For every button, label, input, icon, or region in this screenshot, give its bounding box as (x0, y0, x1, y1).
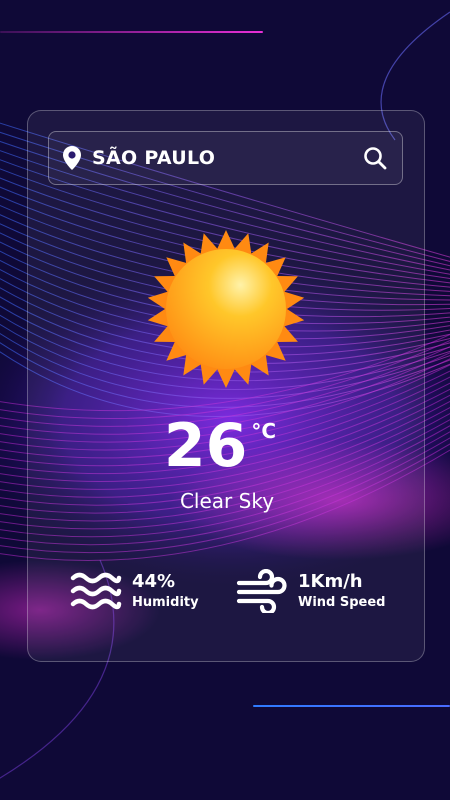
location-pin-icon (63, 146, 81, 170)
temperature-display: 26 °C (28, 411, 426, 481)
temperature-value: 26 (163, 411, 248, 481)
wind-stat: 1Km/h Wind Speed (236, 569, 386, 613)
city-name[interactable]: SÃO PAULO (92, 147, 362, 169)
humidity-label: Humidity (132, 595, 199, 610)
wind-speed-value: 1Km/h (298, 571, 363, 592)
wind-icon (236, 569, 287, 613)
humidity-stat: 44% Humidity (70, 569, 199, 613)
wind-speed-label: Wind Speed (298, 595, 386, 610)
sun-icon (147, 230, 305, 388)
waves-icon (70, 572, 122, 610)
location-search-bar[interactable]: SÃO PAULO (48, 131, 403, 185)
weather-card: SÃO PAULO 26 °C Clear Sky 44% Humidity 1… (27, 110, 425, 662)
temperature-unit: °C (251, 419, 277, 443)
bottom-accent-line (253, 705, 450, 707)
weather-condition: Clear Sky (179, 489, 275, 513)
humidity-value: 44% (132, 571, 176, 592)
search-icon[interactable] (362, 145, 388, 171)
top-accent-line (0, 31, 263, 33)
